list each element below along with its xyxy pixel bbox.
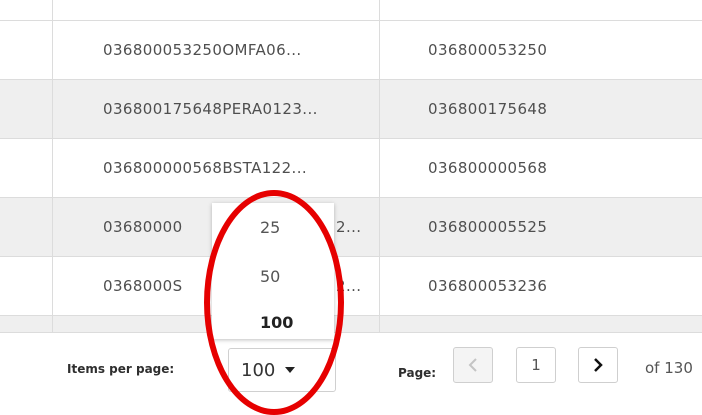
table-cell-id: 036800175648PERA0123... [103, 100, 318, 118]
table-cell-id-tail: 2... [336, 218, 362, 236]
column-divider [52, 316, 53, 332]
column-divider [379, 21, 380, 79]
column-divider [379, 139, 380, 197]
items-per-page-label: Items per page: [67, 362, 175, 376]
dropdown-option-25[interactable]: 25 [212, 218, 334, 237]
page-number-input[interactable]: 1 [516, 347, 556, 383]
total-pages-text: of 130 [645, 359, 693, 377]
column-divider [379, 0, 380, 20]
column-divider [379, 257, 380, 315]
table-row-partial [0, 0, 702, 21]
page-label: Page: [398, 366, 437, 380]
next-page-button[interactable] [578, 347, 618, 383]
table-row[interactable]: 03680000 2... 036800005525 [0, 198, 702, 257]
column-divider [379, 80, 380, 138]
dropdown-option-50[interactable]: 50 [212, 267, 334, 286]
column-divider [52, 139, 53, 197]
column-divider [52, 0, 53, 20]
column-divider [52, 198, 53, 256]
table-row[interactable]: 0368000S 2... 036800053236 [0, 257, 702, 316]
column-divider [52, 257, 53, 315]
column-divider [379, 316, 380, 332]
table-cell-code: 036800000568 [428, 159, 548, 177]
column-divider [379, 198, 380, 256]
table-row[interactable]: 036800000568BSTA122... 036800000568 [0, 139, 702, 198]
column-divider [52, 80, 53, 138]
table-row[interactable]: 036800175648PERA0123... 036800175648 [0, 80, 702, 139]
caret-down-icon [285, 367, 296, 373]
dropdown-option-100[interactable]: 100 [212, 313, 334, 332]
footer-divider [0, 332, 702, 333]
table-cell-code: 036800175648 [428, 100, 548, 118]
table-cell-code: 036800053236 [428, 277, 548, 295]
items-per-page-value: 100 [241, 359, 276, 381]
table-row-partial [0, 316, 702, 333]
table-cell-code: 036800053250 [428, 41, 548, 59]
items-per-page-dropdown: 25 50 100 [212, 203, 334, 339]
table-cell-id: 036800000568BSTA122... [103, 159, 308, 177]
previous-page-button[interactable] [453, 347, 493, 383]
chevron-left-icon [468, 358, 477, 372]
table-cell-id: 036800053250OMFA06... [103, 41, 302, 59]
chevron-right-icon [594, 358, 603, 372]
table-row[interactable]: 036800053250OMFA06... 036800053250 [0, 21, 702, 80]
table-cell-id-tail: 2... [336, 277, 362, 295]
table-cell-code: 036800005525 [428, 218, 548, 236]
column-divider [52, 21, 53, 79]
items-per-page-select[interactable]: 100 [228, 348, 336, 392]
